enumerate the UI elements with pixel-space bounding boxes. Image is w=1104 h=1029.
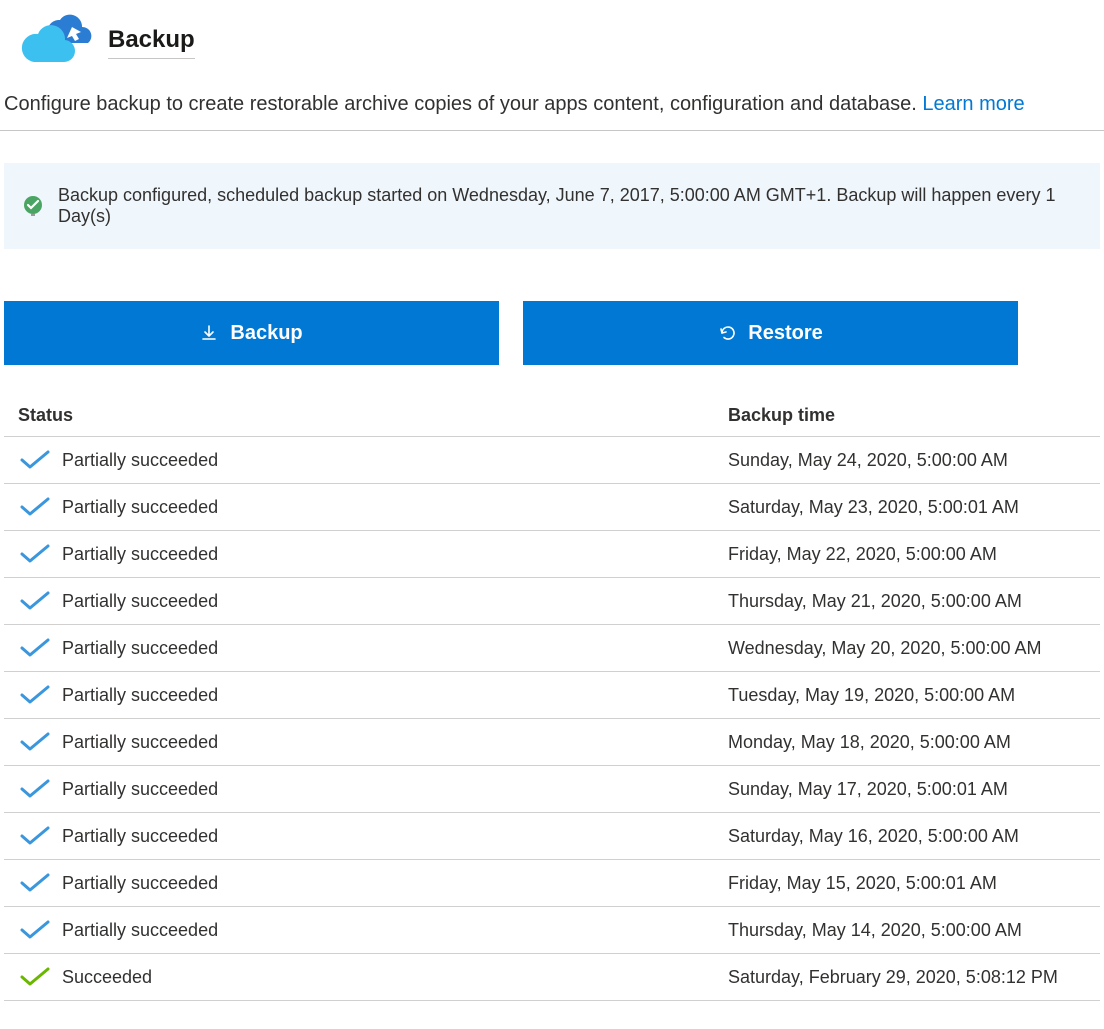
check-success-icon [18,966,52,988]
time-text: Tuesday, May 19, 2020, 5:00:00 AM [728,685,1015,705]
column-header-status: Status [18,405,728,426]
status-text: Partially succeeded [62,732,218,753]
status-text: Partially succeeded [62,826,218,847]
status-text: Partially succeeded [62,685,218,706]
table-row[interactable]: Partially succeeded Friday, May 22, 2020,… [4,531,1100,578]
time-cell: Wednesday, May 20, 2020, 5:00:00 AM [728,638,1086,659]
status-cell: Partially succeeded [18,684,728,706]
time-cell: Thursday, May 14, 2020, 5:00:00 AM [728,920,1086,941]
time-text: Saturday, May 23, 2020, 5:00:01 AM [728,497,1019,517]
time-text: Friday, May 22, 2020, 5:00:00 AM [728,544,997,564]
status-text: Partially succeeded [62,450,218,471]
time-cell: Sunday, May 24, 2020, 5:00:00 AM [728,450,1086,471]
time-cell: Saturday, May 23, 2020, 5:00:01 AM [728,497,1086,518]
check-partial-icon [18,731,52,753]
time-cell: Tuesday, May 19, 2020, 5:00:00 AM [728,685,1086,706]
backup-button-label: Backup [230,322,302,345]
check-partial-icon [18,543,52,565]
status-text: Partially succeeded [62,591,218,612]
status-text: Partially succeeded [62,873,218,894]
download-icon [200,324,218,342]
status-cell: Partially succeeded [18,872,728,894]
time-cell: Saturday, February 29, 2020, 5:08:12 PM [728,967,1086,988]
status-text: Partially succeeded [62,638,218,659]
status-text: Partially succeeded [62,544,218,565]
check-partial-icon [18,449,52,471]
time-cell: Friday, May 15, 2020, 5:00:01 AM [728,873,1086,894]
check-partial-icon [18,919,52,941]
time-cell: Thursday, May 21, 2020, 5:00:00 AM [728,591,1086,612]
action-buttons: Backup Restore [4,301,1100,365]
time-cell: Monday, May 18, 2020, 5:00:00 AM [728,732,1086,753]
status-cell: Partially succeeded [18,919,728,941]
restore-button-label: Restore [748,322,822,345]
time-text: Saturday, February 29, 2020, 5:08:12 PM [728,967,1058,987]
info-banner: Backup configured, scheduled backup star… [4,163,1100,249]
backup-button[interactable]: Backup [4,301,499,365]
status-text: Partially succeeded [62,920,218,941]
table-body: Partially succeeded Sunday, May 24, 2020,… [4,437,1100,1001]
check-partial-icon [18,637,52,659]
status-cell: Partially succeeded [18,825,728,847]
time-cell: Sunday, May 17, 2020, 5:00:01 AM [728,779,1086,800]
table-row[interactable]: Partially succeeded Tuesday, May 19, 2020… [4,672,1100,719]
time-cell: Saturday, May 16, 2020, 5:00:00 AM [728,826,1086,847]
status-text: Succeeded [62,967,152,988]
time-text: Friday, May 15, 2020, 5:00:01 AM [728,873,997,893]
table-row[interactable]: Partially succeeded Thursday, May 14, 202… [4,907,1100,954]
page-title: Backup [108,26,195,59]
table-header: Status Backup time [4,395,1100,437]
status-cell: Partially succeeded [18,731,728,753]
table-row[interactable]: Partially succeeded Friday, May 15, 2020,… [4,860,1100,907]
status-cell: Partially succeeded [18,543,728,565]
time-text: Wednesday, May 20, 2020, 5:00:00 AM [728,638,1042,658]
check-partial-icon [18,590,52,612]
description-text: Configure backup to create restorable ar… [4,93,922,115]
restore-icon [718,324,736,342]
status-cell: Succeeded [18,966,728,988]
table-row[interactable]: Partially succeeded Sunday, May 24, 2020,… [4,437,1100,484]
time-text: Thursday, May 14, 2020, 5:00:00 AM [728,920,1022,940]
status-text: Partially succeeded [62,779,218,800]
restore-button[interactable]: Restore [523,301,1018,365]
table-row[interactable]: Partially succeeded Saturday, May 16, 202… [4,813,1100,860]
status-cell: Partially succeeded [18,496,728,518]
success-badge-icon [22,195,44,217]
backup-history-table: Status Backup time Partially succeeded Su… [4,395,1100,1001]
time-text: Thursday, May 21, 2020, 5:00:00 AM [728,591,1022,611]
check-partial-icon [18,825,52,847]
check-partial-icon [18,778,52,800]
check-partial-icon [18,872,52,894]
table-row[interactable]: Partially succeeded Thursday, May 21, 202… [4,578,1100,625]
table-row[interactable]: Partially succeeded Wednesday, May 20, 20… [4,625,1100,672]
status-text: Partially succeeded [62,497,218,518]
time-text: Sunday, May 24, 2020, 5:00:00 AM [728,450,1008,470]
status-cell: Partially succeeded [18,449,728,471]
status-cell: Partially succeeded [18,778,728,800]
status-cell: Partially succeeded [18,590,728,612]
table-row[interactable]: Partially succeeded Monday, May 18, 2020,… [4,719,1100,766]
table-row[interactable]: Partially succeeded Sunday, May 17, 2020,… [4,766,1100,813]
check-partial-icon [18,496,52,518]
time-cell: Friday, May 22, 2020, 5:00:00 AM [728,544,1086,565]
time-text: Saturday, May 16, 2020, 5:00:00 AM [728,826,1019,846]
page-description: Configure backup to create restorable ar… [0,70,1104,131]
time-text: Monday, May 18, 2020, 5:00:00 AM [728,732,1011,752]
table-row[interactable]: Succeeded Saturday, February 29, 2020, 5:… [4,954,1100,1001]
page-header: Backup [0,0,1104,70]
column-header-time: Backup time [728,405,1086,426]
banner-text: Backup configured, scheduled backup star… [58,185,1082,227]
check-partial-icon [18,684,52,706]
status-cell: Partially succeeded [18,637,728,659]
time-text: Sunday, May 17, 2020, 5:00:01 AM [728,779,1008,799]
backup-cloud-icon [20,14,92,70]
learn-more-link[interactable]: Learn more [922,93,1024,115]
table-row[interactable]: Partially succeeded Saturday, May 23, 202… [4,484,1100,531]
